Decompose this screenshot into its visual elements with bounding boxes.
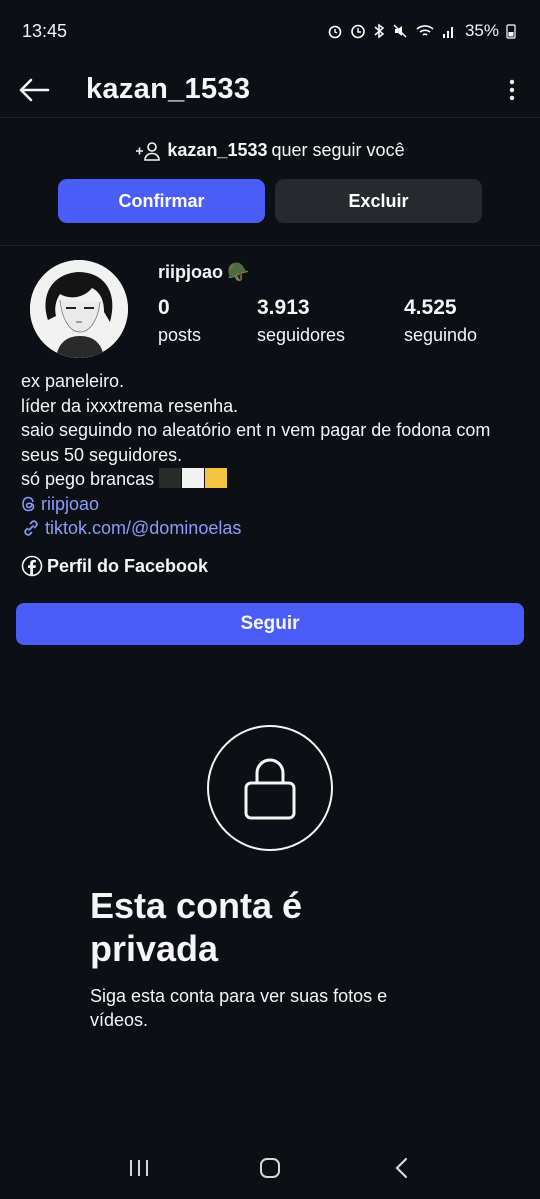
stat-followers-value: 3.913 — [257, 296, 310, 319]
alarm-icon — [328, 25, 342, 39]
status-bar: 13:45 35% — [0, 0, 540, 62]
add-person-icon — [136, 141, 161, 161]
request-message: quer seguir você — [271, 140, 405, 160]
follow-request-banner: kazan_1533 quer seguir você Confirmar Ex… — [0, 118, 540, 246]
arrow-left-icon[interactable] — [18, 74, 50, 106]
stat-followers[interactable]: 3.913 seguidores — [257, 296, 404, 346]
status-icons: 35% — [327, 21, 516, 41]
threads-icon — [22, 496, 35, 512]
website-link[interactable]: tiktok.com/@dominoelas — [21, 516, 519, 541]
clock-icon — [351, 24, 365, 39]
profile-info: riipjoao 🪖 0 posts 3.913 seguidores 4.52… — [158, 260, 477, 358]
battery-icon — [506, 24, 516, 39]
home-icon[interactable] — [240, 1148, 300, 1188]
follow-request-text: kazan_1533 quer seguir você — [0, 140, 540, 161]
lock-circle — [207, 725, 333, 851]
page-title: kazan_1533 — [86, 73, 251, 105]
bio-line: ex paneleiro. — [21, 371, 125, 391]
private-account-notice: Esta conta é privada Siga esta conta par… — [0, 725, 540, 1032]
recent-apps-icon[interactable] — [109, 1148, 169, 1188]
delete-button[interactable]: Excluir — [275, 179, 482, 223]
private-title: Esta conta é privada — [90, 885, 303, 969]
profile-header: riipjoao 🪖 0 posts 3.913 seguidores 4.52… — [0, 246, 540, 358]
avatar[interactable] — [30, 260, 128, 358]
profile-bio: ex paneleiro. líder da ixxxtrema resenha… — [0, 369, 540, 578]
facebook-profile-link[interactable]: Perfil do Facebook — [21, 554, 519, 579]
request-username[interactable]: kazan_1533 — [167, 140, 267, 161]
stat-posts: 0 posts — [158, 296, 257, 346]
mute-icon — [393, 24, 407, 38]
stat-posts-value: 0 — [158, 296, 170, 319]
facebook-icon — [21, 555, 43, 577]
stat-following[interactable]: 4.525 seguindo — [404, 296, 477, 346]
website-link-text: tiktok.com/@dominoelas — [45, 518, 242, 538]
bio-line-text: só pego brancas — [21, 469, 155, 489]
wifi-icon — [416, 25, 434, 36]
more-vertical-icon[interactable] — [502, 74, 522, 106]
link-icon — [24, 520, 38, 536]
lock-icon — [244, 758, 296, 820]
stat-followers-label: seguidores — [257, 325, 346, 345]
threads-link[interactable]: riipjoao — [21, 492, 519, 517]
system-nav-bar — [0, 1137, 540, 1199]
stat-following-value: 4.525 — [404, 296, 457, 319]
follow-button[interactable]: Seguir — [16, 603, 524, 645]
signal-icon — [442, 27, 453, 38]
white-square — [182, 468, 205, 488]
stat-posts-label: posts — [158, 325, 202, 345]
color-squares-emoji — [159, 468, 228, 488]
black-square — [159, 468, 182, 488]
confirm-button[interactable]: Confirmar — [58, 179, 265, 223]
profile-name-text: riipjoao — [158, 261, 224, 282]
facebook-profile-label: Perfil do Facebook — [47, 555, 209, 576]
status-time: 13:45 — [22, 20, 68, 41]
private-subtitle: Siga esta conta para ver suas fotos e ví… — [90, 986, 388, 1030]
bluetooth-icon — [374, 23, 385, 39]
top-nav: kazan_1533 — [0, 62, 540, 118]
profile-name: riipjoao 🪖 — [158, 260, 477, 284]
bio-line: saio seguindo no aleatório ent n vem pag… — [21, 420, 491, 465]
threads-link-text: riipjoao — [41, 493, 100, 514]
battery-percent: 35% — [464, 21, 499, 40]
helmet-emoji: 🪖 — [227, 261, 250, 282]
yellow-square — [205, 468, 228, 488]
bio-line-squares: só pego brancas — [21, 467, 519, 492]
stat-following-label: seguindo — [404, 325, 478, 345]
back-nav-icon[interactable] — [371, 1148, 431, 1188]
bio-line: líder da ixxxtrema resenha. — [21, 395, 239, 416]
profile-stats: 0 posts 3.913 seguidores 4.525 seguindo — [158, 296, 477, 346]
